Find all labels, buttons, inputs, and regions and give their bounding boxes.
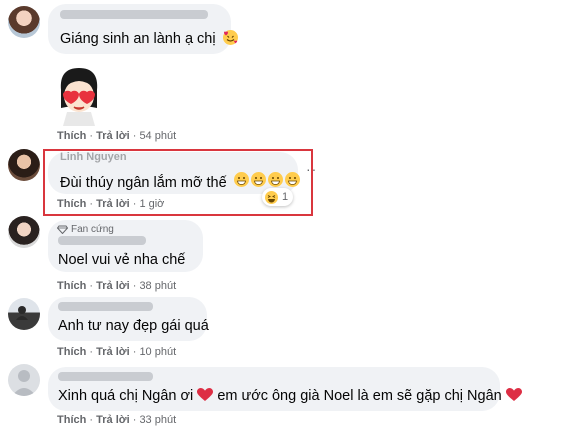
- comment-actions: Thích · Trả lời · 38 phút: [57, 280, 177, 292]
- commenter-name-blurred[interactable]: [58, 302, 153, 311]
- red-heart-icon: [505, 388, 522, 401]
- like-button[interactable]: Thích: [57, 346, 86, 358]
- comment-actions: Thích · Trả lời · 33 phút: [57, 414, 177, 426]
- commenter-name-blurred[interactable]: [58, 236, 146, 245]
- comment-timestamp[interactable]: 33 phút: [139, 414, 176, 426]
- commenter-avatar[interactable]: [8, 6, 40, 38]
- highlight-box: [43, 149, 313, 216]
- like-button[interactable]: Thích: [57, 414, 86, 426]
- commenter-avatar[interactable]: [8, 216, 40, 248]
- comment-timestamp[interactable]: 10 phút: [139, 346, 176, 358]
- comment-actions: Thích · Trả lời · 10 phút: [57, 346, 177, 358]
- comment-actions: Thích · Trả lời · 54 phút: [57, 130, 177, 142]
- commenter-avatar[interactable]: [8, 364, 40, 396]
- comment-text: Giáng sinh an lành ạ chị: [60, 30, 238, 47]
- reply-button[interactable]: Trả lời: [96, 346, 130, 358]
- reply-button[interactable]: Trả lời: [96, 414, 130, 426]
- comment-text: Xinh quá chị Ngân ơi em ước ông già Noel…: [58, 388, 522, 404]
- reply-button[interactable]: Trả lời: [96, 280, 130, 292]
- comment-text: Noel vui vẻ nha chế: [58, 252, 186, 268]
- commenter-name-blurred[interactable]: [60, 10, 208, 19]
- smiling-face-with-hearts-icon: [222, 30, 238, 45]
- comment-text: Anh tư nay đẹp gái quá: [58, 318, 209, 334]
- like-button[interactable]: Thích: [57, 280, 86, 292]
- red-heart-icon: [197, 388, 214, 401]
- diamond-icon: [57, 225, 68, 234]
- reply-button[interactable]: Trả lời: [96, 130, 130, 142]
- commenter-avatar[interactable]: [8, 298, 40, 330]
- commenter-name-blurred[interactable]: [58, 372, 153, 381]
- commenter-avatar[interactable]: [8, 149, 40, 181]
- like-button[interactable]: Thích: [57, 130, 86, 142]
- fan-badge: Fan cứng: [57, 224, 114, 235]
- girl-heart-eyes-sticker[interactable]: [53, 64, 105, 126]
- comment-timestamp[interactable]: 38 phút: [139, 280, 176, 292]
- comment-timestamp[interactable]: 54 phút: [139, 130, 176, 142]
